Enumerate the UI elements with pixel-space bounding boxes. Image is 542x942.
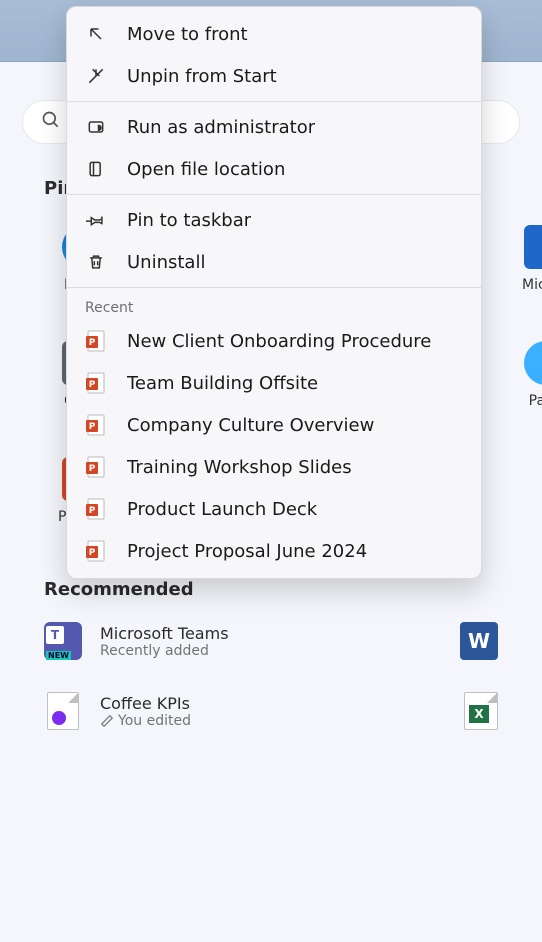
teams-icon: T NEW: [44, 622, 82, 660]
ctx-label: Product Launch Deck: [127, 499, 317, 520]
recommended-title: Microsoft Teams: [100, 624, 229, 643]
powerpoint-file-icon: P: [85, 372, 107, 394]
powerpoint-file-icon: P: [85, 414, 107, 436]
divider: [67, 194, 481, 195]
ctx-move-to-front[interactable]: Move to front: [67, 13, 481, 55]
trash-icon: [85, 251, 107, 273]
ctx-label: Uninstall: [127, 252, 205, 273]
folder-open-icon: [85, 158, 107, 180]
powerpoint-file-icon: P: [85, 330, 107, 352]
word-icon[interactable]: W: [460, 622, 498, 660]
edit-icon: [100, 714, 114, 728]
ctx-recent-item[interactable]: P Product Launch Deck: [67, 488, 481, 530]
powerpoint-file-icon: P: [85, 456, 107, 478]
powerpoint-file-icon: P: [85, 540, 107, 562]
ctx-recent-item[interactable]: P Project Proposal June 2024: [67, 530, 481, 572]
pin-icon: [85, 209, 107, 231]
pinned-label: Paint: [526, 393, 542, 409]
store-icon: [524, 225, 542, 269]
ctx-unpin-from-start[interactable]: Unpin from Start: [67, 55, 481, 97]
ctx-recent-item[interactable]: P New Client Onboarding Procedure: [67, 320, 481, 362]
divider: [67, 101, 481, 102]
document-icon: [44, 692, 82, 730]
search-icon: [41, 110, 61, 134]
ctx-label: Team Building Offsite: [127, 373, 318, 394]
ctx-label: Training Workshop Slides: [127, 457, 352, 478]
ctx-label: Unpin from Start: [127, 66, 277, 87]
svg-text:P: P: [89, 338, 96, 348]
svg-text:P: P: [89, 464, 96, 474]
svg-text:P: P: [89, 548, 96, 558]
ctx-uninstall[interactable]: Uninstall: [67, 241, 481, 283]
recommended-title: Coffee KPIs: [100, 694, 191, 713]
ctx-recent-item[interactable]: P Company Culture Overview: [67, 404, 481, 446]
ctx-recent-item[interactable]: P Team Building Offsite: [67, 362, 481, 404]
ctx-label: Run as administrator: [127, 117, 315, 138]
recommended-item[interactable]: Coffee KPIs You edited X: [44, 692, 498, 730]
ctx-open-file-location[interactable]: Open file location: [67, 148, 481, 190]
ctx-recent-header: Recent: [67, 292, 481, 320]
context-menu: Move to front Unpin from Start Run as ad…: [66, 6, 482, 579]
recommended-subtitle: Recently added: [100, 643, 229, 659]
recommended-item[interactable]: T NEW Microsoft Teams Recently added W: [44, 622, 498, 660]
ctx-label: Move to front: [127, 24, 248, 45]
pinned-app-store[interactable]: Microsoft Store: [500, 225, 542, 293]
recommended-subtitle: You edited: [100, 713, 191, 729]
ctx-label: Open file location: [127, 159, 285, 180]
unpin-icon: [85, 65, 107, 87]
ctx-pin-to-taskbar[interactable]: Pin to taskbar: [67, 199, 481, 241]
ctx-label: Project Proposal June 2024: [127, 541, 367, 562]
ctx-label: New Client Onboarding Procedure: [127, 331, 431, 352]
arrow-upleft-icon: [85, 23, 107, 45]
svg-text:P: P: [89, 380, 96, 390]
powerpoint-file-icon: P: [85, 498, 107, 520]
recommended-list: T NEW Microsoft Teams Recently added W C…: [0, 608, 542, 730]
pinned-app-paint[interactable]: Paint: [500, 341, 542, 409]
paint-icon: [524, 341, 542, 385]
divider: [67, 287, 481, 288]
pinned-label: Microsoft Store: [522, 277, 542, 293]
excel-icon[interactable]: X: [464, 692, 498, 730]
ctx-label: Company Culture Overview: [127, 415, 374, 436]
shield-icon: [85, 116, 107, 138]
ctx-recent-item[interactable]: P Training Workshop Slides: [67, 446, 481, 488]
ctx-run-as-admin[interactable]: Run as administrator: [67, 106, 481, 148]
svg-text:P: P: [89, 422, 96, 432]
svg-text:P: P: [89, 506, 96, 516]
ctx-label: Pin to taskbar: [127, 210, 251, 231]
